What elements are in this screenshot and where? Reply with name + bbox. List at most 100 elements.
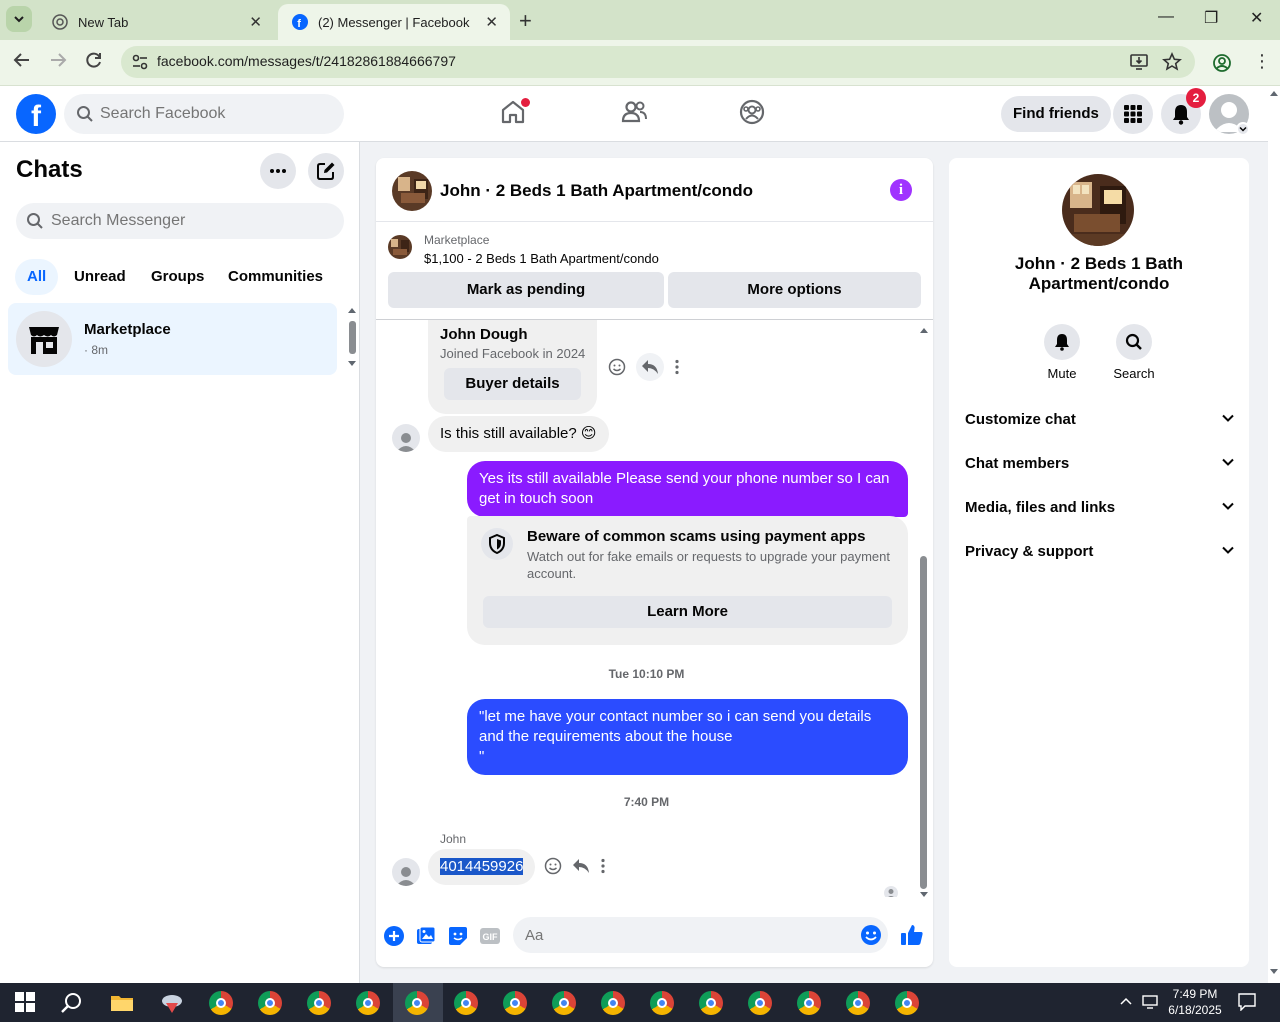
message-scroll-thumb[interactable] bbox=[920, 556, 927, 889]
omnibox[interactable]: facebook.com/messages/t/2418286188466679… bbox=[121, 46, 1195, 78]
close-tab-icon[interactable]: ✕ bbox=[485, 13, 498, 31]
chrome-icon[interactable] bbox=[650, 991, 674, 1015]
reload-icon[interactable] bbox=[85, 51, 103, 74]
network-icon[interactable] bbox=[1142, 994, 1160, 1014]
filter-unread[interactable]: Unread bbox=[62, 259, 138, 295]
new-message-button[interactable] bbox=[308, 153, 344, 189]
react-smiley-icon[interactable] bbox=[544, 857, 562, 875]
photo-icon[interactable] bbox=[416, 926, 436, 950]
action-center-icon[interactable] bbox=[1238, 993, 1256, 1015]
selected-phone-number[interactable]: 4014459926 bbox=[440, 858, 524, 875]
media-files-links-section[interactable]: Media, files and links bbox=[965, 499, 1235, 516]
buyer-details-button[interactable]: Buyer details bbox=[444, 368, 581, 400]
chat-item-marketplace[interactable]: Marketplace · 8m bbox=[8, 303, 337, 375]
find-friends-button[interactable]: Find friends bbox=[1001, 96, 1111, 132]
conversation-title[interactable]: John · 2 Beds 1 Bath Apartment/condo bbox=[440, 181, 753, 201]
filter-groups[interactable]: Groups bbox=[139, 259, 216, 295]
account-chevron-icon[interactable] bbox=[1236, 122, 1250, 136]
filter-all[interactable]: All bbox=[15, 259, 59, 295]
listing-title[interactable]: $1,100 - 2 Beds 1 Bath Apartment/condo bbox=[424, 251, 659, 266]
profile-icon[interactable] bbox=[1212, 53, 1232, 73]
gif-icon[interactable]: GIF bbox=[480, 926, 500, 950]
tab-messenger[interactable]: f (2) Messenger | Facebook ✕ bbox=[278, 4, 510, 40]
message-bubble-incoming[interactable]: Is this still available? 😊 bbox=[428, 416, 609, 452]
reply-icon[interactable] bbox=[572, 858, 590, 874]
chrome-icon[interactable] bbox=[209, 991, 233, 1015]
back-arrow-icon[interactable] bbox=[13, 51, 31, 74]
message-input[interactable] bbox=[525, 917, 845, 953]
minimize-icon[interactable]: — bbox=[1158, 8, 1174, 26]
emoji-icon[interactable] bbox=[860, 924, 882, 946]
chrome-icon[interactable] bbox=[699, 991, 723, 1015]
chrome-icon[interactable] bbox=[454, 991, 478, 1015]
site-info-icon[interactable] bbox=[131, 53, 149, 71]
home-icon[interactable] bbox=[500, 98, 530, 130]
more-vertical-icon[interactable] bbox=[674, 359, 680, 375]
chrome-icon[interactable] bbox=[405, 991, 429, 1015]
windows-start-icon[interactable] bbox=[14, 991, 38, 1015]
facebook-search[interactable] bbox=[64, 94, 344, 134]
react-smiley-icon[interactable] bbox=[608, 358, 626, 376]
restore-icon[interactable]: ❐ bbox=[1204, 8, 1218, 28]
tray-chevron-icon[interactable] bbox=[1119, 995, 1133, 1009]
message-bubble-outgoing[interactable]: "let me have your contact number so i ca… bbox=[467, 699, 908, 775]
info-icon[interactable]: i bbox=[890, 179, 912, 201]
browser-menu-icon[interactable]: ⋮ bbox=[1253, 52, 1271, 70]
chrome-icon[interactable] bbox=[503, 991, 527, 1015]
forward-arrow-icon[interactable] bbox=[49, 51, 67, 74]
svg-text:f: f bbox=[297, 18, 301, 30]
facebook-logo-icon[interactable]: f bbox=[16, 94, 56, 134]
mute-action[interactable]: Mute bbox=[1032, 324, 1092, 381]
search-action[interactable]: Search bbox=[1104, 324, 1164, 381]
filter-communities[interactable]: Communities bbox=[216, 259, 335, 295]
reply-icon[interactable] bbox=[636, 353, 664, 381]
message-input-box[interactable] bbox=[513, 917, 888, 953]
chrome-icon[interactable] bbox=[601, 991, 625, 1015]
customize-chat-section[interactable]: Customize chat bbox=[965, 411, 1235, 428]
mark-as-pending-button[interactable]: Mark as pending bbox=[388, 272, 664, 308]
page-scrollbar[interactable] bbox=[1268, 86, 1280, 983]
message-bubble-incoming[interactable]: 4014459926 bbox=[428, 849, 536, 885]
friends-icon[interactable] bbox=[620, 98, 648, 130]
install-app-icon[interactable] bbox=[1129, 52, 1149, 72]
close-window-icon[interactable]: ✕ bbox=[1250, 8, 1263, 28]
message-bubble-outgoing[interactable]: Yes its still available Please send your… bbox=[467, 461, 908, 517]
file-explorer-icon[interactable] bbox=[110, 991, 134, 1015]
messenger-search-input[interactable] bbox=[51, 203, 331, 239]
chrome-icon[interactable] bbox=[356, 991, 380, 1015]
taskbar-clock[interactable]: 7:49 PM 6/18/2025 bbox=[1160, 986, 1230, 1018]
more-vertical-icon[interactable] bbox=[600, 858, 606, 874]
chrome-icon[interactable] bbox=[895, 991, 919, 1015]
messenger-search[interactable] bbox=[16, 203, 344, 239]
tab-new-tab[interactable]: New Tab ✕ bbox=[38, 4, 274, 40]
sticker-icon[interactable] bbox=[448, 926, 468, 950]
sender-avatar[interactable] bbox=[392, 858, 420, 886]
bookmark-star-icon[interactable] bbox=[1162, 52, 1182, 72]
groups-icon[interactable] bbox=[739, 98, 765, 130]
more-options-button[interactable]: More options bbox=[668, 272, 921, 308]
like-thumb-icon[interactable] bbox=[900, 923, 924, 951]
new-tab-plus-icon[interactable]: + bbox=[519, 8, 532, 34]
add-plus-icon[interactable] bbox=[384, 926, 404, 950]
sender-avatar[interactable] bbox=[392, 424, 420, 452]
search-icon[interactable] bbox=[60, 991, 84, 1015]
chat-options-button[interactable] bbox=[260, 153, 296, 189]
app-icon[interactable] bbox=[160, 991, 184, 1015]
chrome-icon[interactable] bbox=[748, 991, 772, 1015]
chat-members-section[interactable]: Chat members bbox=[965, 455, 1235, 472]
facebook-search-input[interactable] bbox=[100, 94, 330, 134]
close-tab-icon[interactable]: ✕ bbox=[249, 13, 262, 31]
menu-grid-icon[interactable] bbox=[1113, 94, 1153, 134]
chrome-icon[interactable] bbox=[552, 991, 576, 1015]
chrome-icon[interactable] bbox=[846, 991, 870, 1015]
privacy-support-section[interactable]: Privacy & support bbox=[965, 543, 1235, 560]
search-icon bbox=[27, 213, 43, 229]
tab-search-button[interactable] bbox=[6, 6, 32, 32]
sidebar-scrollbar[interactable] bbox=[346, 307, 358, 367]
chrome-icon[interactable] bbox=[258, 991, 282, 1015]
listing-thumbnail[interactable] bbox=[392, 171, 432, 211]
learn-more-button[interactable]: Learn More bbox=[483, 596, 892, 628]
chrome-icon[interactable] bbox=[797, 991, 821, 1015]
chrome-icon[interactable] bbox=[307, 991, 331, 1015]
chat-item-time: · 8m bbox=[84, 343, 108, 357]
